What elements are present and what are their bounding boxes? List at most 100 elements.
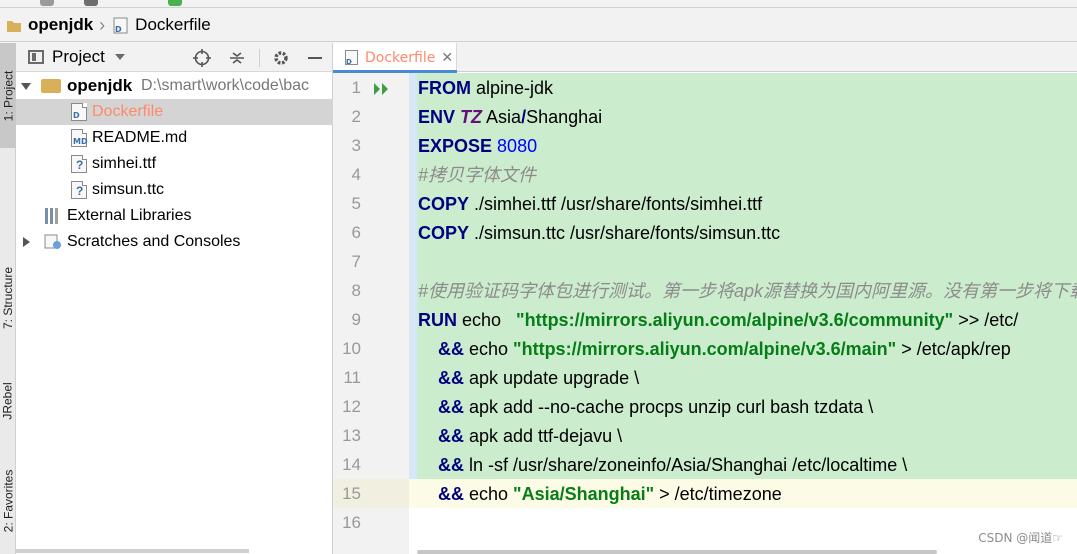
folder-icon [41, 79, 61, 93]
code-text: apk update upgrade \ [464, 368, 640, 388]
line-number: 4 [351, 165, 361, 184]
chevron-down-icon[interactable] [114, 54, 125, 60]
scratches-icon [44, 233, 62, 251]
breadcrumb: openjdk › D Dockerfile [0, 9, 1077, 42]
dockerfile-icon: D [113, 17, 129, 34]
line-number: 5 [351, 194, 361, 213]
keyword: COPY [418, 194, 470, 214]
code-empty-area [409, 508, 1077, 554]
line-number: 2 [351, 107, 361, 126]
code-line: && apk add ttf-dejavu \ [438, 422, 622, 451]
dockerfile-icon: D [345, 49, 359, 66]
tab-project[interactable]: 1: Project [0, 43, 16, 148]
folder-icon [6, 17, 22, 34]
code-text: apk add --no-cache procps unzip curl bas… [464, 397, 874, 417]
code-text: Shanghai [526, 107, 603, 127]
line-number-gutter: 1 2 3 4 5 6 7 8 9 10 11 12 13 14 15 16 [333, 73, 409, 554]
library-icon [45, 208, 61, 224]
watermark: CSDN @闻道☞ [978, 531, 1063, 545]
left-tool-strip: 1: Project 7: Structure JRebel 2: Favori… [0, 43, 16, 554]
close-icon[interactable]: ✕ [441, 49, 453, 66]
tree-scratches-label: Scratches and Consoles [67, 233, 241, 250]
line-number: 11 [343, 368, 361, 387]
tab-dockerfile[interactable]: D Dockerfile ✕ [333, 43, 457, 73]
unknown-file-icon: ? [71, 181, 87, 199]
dockerfile-icon: D [71, 103, 87, 121]
tree-file-simhei[interactable]: ? simhei.ttf [16, 151, 333, 177]
breadcrumb-project[interactable]: openjdk [28, 15, 93, 35]
tree-file-label: Dockerfile [92, 103, 164, 120]
code-line: EXPOSE 8080 [418, 132, 537, 161]
gear-icon[interactable] [272, 49, 290, 67]
code-text: alpine-jdk [471, 78, 554, 98]
operator: && [438, 426, 464, 446]
code-text: ./simhei.ttf /usr/share/fonts/simhei.ttf [469, 194, 763, 214]
project-panel-header: Project [16, 43, 332, 72]
tree-scratches[interactable]: Scratches and Consoles [16, 229, 333, 255]
code-text: > /etc/timezone [654, 484, 782, 504]
code-text: ./simsun.ttc /usr/share/fonts/simsun.ttc [469, 223, 781, 243]
tree-root-path: D:\smart\work\code\bac [141, 77, 310, 94]
toolbar-button[interactable] [168, 0, 182, 6]
code-text: > /etc/apk/rep [896, 339, 1011, 359]
keyword: RUN [418, 310, 457, 330]
tab-favorites[interactable]: 2: Favorites [0, 448, 16, 553]
string: "Asia/Shanghai" [513, 484, 655, 504]
tree-root-row[interactable]: openjdk D:\smart\work\code\bac [16, 73, 333, 99]
tree-file-label: simhei.ttf [92, 155, 157, 172]
chevron-right-icon[interactable] [23, 237, 30, 247]
project-panel-scrollbar[interactable] [16, 549, 249, 553]
locate-icon[interactable] [193, 49, 211, 67]
tree-root-name: openjdk [67, 76, 133, 95]
tab-structure[interactable]: 7: Structure [0, 238, 16, 358]
code-text: >> /etc/ [953, 310, 1019, 330]
project-view-selector[interactable]: Project [52, 47, 105, 67]
code-text: echo [464, 339, 514, 359]
minimize-icon[interactable] [306, 49, 324, 67]
top-toolbar [0, 0, 1077, 8]
comment: #拷贝字体文件 [418, 165, 537, 185]
operator: && [438, 368, 464, 388]
code-area[interactable]: FROM alpine-jdk ENV TZ Asia/Shanghai EXP… [409, 73, 1077, 554]
chevron-right-icon: › [99, 14, 106, 35]
line-number: 10 [342, 339, 361, 358]
string: "https://mirrors.aliyun.com/alpine/v3.6/… [513, 339, 897, 359]
code-line: ENV TZ Asia/Shanghai [418, 103, 602, 132]
divider [259, 49, 260, 67]
line-number: 9 [351, 310, 361, 329]
tree-file-dockerfile[interactable]: D Dockerfile [16, 99, 333, 125]
tree-file-readme[interactable]: MD README.md [16, 125, 333, 151]
code-line: #拷贝字体文件 [418, 161, 536, 190]
code-line: RUN echo "https://mirrors.aliyun.com/alp… [418, 306, 1018, 335]
collapse-all-icon[interactable] [228, 49, 246, 67]
code-line: COPY ./simhei.ttf /usr/share/fonts/simhe… [418, 190, 762, 219]
toolbar-button[interactable] [40, 0, 54, 6]
tab-label: Dockerfile [365, 49, 436, 66]
line-number: 14 [342, 455, 361, 474]
unknown-file-icon: ? [71, 155, 87, 173]
operator: && [438, 455, 464, 475]
tree-file-simsun[interactable]: ? simsun.ttc [16, 177, 333, 203]
code-text: ln -sf /usr/share/zoneinfo/Asia/Shanghai… [464, 455, 908, 475]
code-line: COPY ./simsun.ttc /usr/share/fonts/simsu… [418, 219, 780, 248]
chevron-down-icon[interactable] [21, 83, 31, 90]
tab-jrebel[interactable]: JRebel [0, 363, 16, 438]
breadcrumb-file[interactable]: Dockerfile [135, 15, 211, 35]
line-number: 8 [351, 281, 361, 300]
operator: && [438, 484, 464, 504]
code-line: && apk update upgrade \ [438, 364, 639, 393]
svg-text:D: D [115, 25, 122, 34]
editor-horizontal-scrollbar[interactable] [417, 550, 937, 554]
line-number: 1 [351, 78, 361, 97]
toolbar-button[interactable] [84, 0, 98, 6]
tab-project-label: 1: Project [1, 70, 16, 121]
code-text: apk add ttf-dejavu \ [464, 426, 623, 446]
code-line: && echo "Asia/Shanghai" > /etc/timezone [438, 480, 782, 509]
markdown-file-icon: MD [71, 129, 88, 147]
keyword: FROM [418, 78, 471, 98]
line-number: 12 [342, 397, 361, 416]
run-icon[interactable] [373, 81, 391, 97]
svg-text:D: D [346, 58, 352, 66]
tree-external-libraries[interactable]: External Libraries [16, 203, 333, 229]
code-text: Asia [482, 107, 522, 127]
